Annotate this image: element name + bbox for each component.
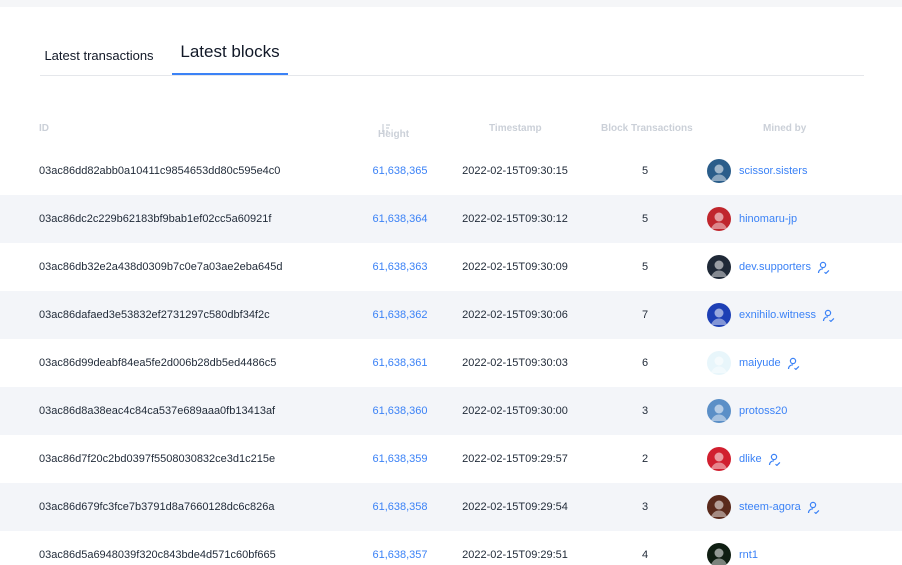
- witness-icon: [817, 261, 830, 274]
- table-row: 03ac86dc2c229b62183bf9bab1ef02cc5a60921f…: [0, 195, 902, 243]
- block-height-link[interactable]: 61,638,358: [352, 483, 448, 531]
- block-transactions-count: 3: [641, 405, 649, 417]
- avatar[interactable]: [707, 543, 731, 565]
- mined-by: exnihilo.witness: [707, 291, 835, 339]
- tab-latest-transactions[interactable]: Latest transactions: [40, 31, 158, 75]
- table-row: 03ac86d679fc3fce7b3791d8a7660128dc6c826a…: [0, 483, 902, 531]
- column-header-timestamp: Timestamp: [489, 123, 542, 134]
- column-header-height-label: Height: [378, 129, 410, 140]
- miner-link[interactable]: maiyude: [739, 339, 781, 387]
- mined-by: steem-agora: [707, 483, 820, 531]
- block-id: 03ac86db32e2a438d0309b7c0e7a03ae2eba645d: [39, 261, 283, 273]
- block-timestamp: 2022-02-15T09:30:12: [462, 213, 568, 225]
- block-id: 03ac86d8a38eac4c84ca537e689aaa0fb13413af: [39, 405, 276, 417]
- column-header-mined-by: Mined by: [763, 123, 807, 134]
- avatar[interactable]: [707, 399, 731, 423]
- block-transactions-count: 5: [641, 261, 649, 273]
- avatar[interactable]: [707, 447, 731, 471]
- block-id: 03ac86d5a6948039f320c843bde4d571c60bf665: [39, 549, 276, 561]
- column-header-block-transactions: Block Transactions: [601, 123, 693, 134]
- block-id: 03ac86dd82abb0a10411c9854653dd80c595e4c0: [39, 165, 281, 177]
- miner-link[interactable]: steem-agora: [739, 483, 801, 531]
- table-row: 03ac86dd82abb0a10411c9854653dd80c595e4c0…: [0, 147, 902, 195]
- block-transactions-count: 4: [641, 549, 649, 561]
- block-id: 03ac86d7f20c2bd0397f5508030832ce3d1c215e: [39, 453, 276, 465]
- miner-link[interactable]: hinomaru-jp: [739, 195, 797, 243]
- block-id: 03ac86dafaed3e53832ef2731297c580dbf34f2c: [39, 309, 270, 321]
- column-header-height[interactable]: Height: [378, 123, 409, 140]
- table-row: 03ac86d5a6948039f320c843bde4d571c60bf665…: [0, 531, 902, 565]
- avatar[interactable]: [707, 351, 731, 375]
- table-row: 03ac86d8a38eac4c84ca537e689aaa0fb13413af…: [0, 387, 902, 435]
- block-id: 03ac86dc2c229b62183bf9bab1ef02cc5a60921f: [39, 213, 272, 225]
- block-height-link[interactable]: 61,638,357: [352, 531, 448, 565]
- table-row: 03ac86dafaed3e53832ef2731297c580dbf34f2c…: [0, 291, 902, 339]
- witness-icon: [822, 309, 835, 322]
- miner-link[interactable]: protoss20: [739, 387, 787, 435]
- block-transactions-count: 3: [641, 501, 649, 513]
- miner-link[interactable]: exnihilo.witness: [739, 291, 816, 339]
- miner-link[interactable]: dlike: [739, 435, 762, 483]
- avatar[interactable]: [707, 303, 731, 327]
- avatar[interactable]: [707, 159, 731, 183]
- block-timestamp: 2022-02-15T09:29:51: [462, 549, 568, 561]
- miner-link[interactable]: rnt1: [739, 531, 758, 565]
- mined-by: dev.supporters: [707, 243, 830, 291]
- block-height-link[interactable]: 61,638,362: [352, 291, 448, 339]
- block-timestamp: 2022-02-15T09:29:57: [462, 453, 568, 465]
- witness-icon: [768, 453, 781, 466]
- block-timestamp: 2022-02-15T09:29:54: [462, 501, 568, 513]
- block-id: 03ac86d679fc3fce7b3791d8a7660128dc6c826a: [39, 501, 275, 513]
- avatar[interactable]: [707, 495, 731, 519]
- block-transactions-count: 5: [641, 165, 649, 177]
- block-height-link[interactable]: 61,638,365: [352, 147, 448, 195]
- block-transactions-count: 2: [641, 453, 649, 465]
- avatar[interactable]: [707, 207, 731, 231]
- table-row: 03ac86d99deabf84ea5fe2d006b28db5ed4486c5…: [0, 339, 902, 387]
- block-transactions-count: 6: [641, 357, 649, 369]
- mined-by: rnt1: [707, 531, 758, 565]
- witness-icon: [787, 357, 800, 370]
- blocks-card: Latest transactions Latest blocks ID Hei…: [0, 7, 902, 565]
- table-row: 03ac86d7f20c2bd0397f5508030832ce3d1c215e…: [0, 435, 902, 483]
- block-timestamp: 2022-02-15T09:30:03: [462, 357, 568, 369]
- block-timestamp: 2022-02-15T09:30:06: [462, 309, 568, 321]
- mined-by: protoss20: [707, 387, 787, 435]
- avatar[interactable]: [707, 255, 731, 279]
- witness-icon: [807, 501, 820, 514]
- mined-by: maiyude: [707, 339, 800, 387]
- block-height-link[interactable]: 61,638,364: [352, 195, 448, 243]
- block-transactions-count: 7: [641, 309, 649, 321]
- block-height-link[interactable]: 61,638,359: [352, 435, 448, 483]
- block-id: 03ac86d99deabf84ea5fe2d006b28db5ed4486c5: [39, 357, 277, 369]
- mined-by: dlike: [707, 435, 781, 483]
- mined-by: hinomaru-jp: [707, 195, 797, 243]
- blocks-table-body: 03ac86dd82abb0a10411c9854653dd80c595e4c0…: [0, 147, 902, 565]
- mined-by: scissor.sisters: [707, 147, 807, 195]
- tab-latest-blocks[interactable]: Latest blocks: [172, 31, 288, 75]
- block-timestamp: 2022-02-15T09:30:09: [462, 261, 568, 273]
- block-timestamp: 2022-02-15T09:30:00: [462, 405, 568, 417]
- column-header-id: ID: [39, 123, 49, 134]
- block-transactions-count: 5: [641, 213, 649, 225]
- table-row: 03ac86db32e2a438d0309b7c0e7a03ae2eba645d…: [0, 243, 902, 291]
- block-height-link[interactable]: 61,638,361: [352, 339, 448, 387]
- tab-bar: Latest transactions Latest blocks: [40, 7, 864, 76]
- miner-link[interactable]: scissor.sisters: [739, 147, 807, 195]
- block-height-link[interactable]: 61,638,360: [352, 387, 448, 435]
- block-height-link[interactable]: 61,638,363: [352, 243, 448, 291]
- block-timestamp: 2022-02-15T09:30:15: [462, 165, 568, 177]
- miner-link[interactable]: dev.supporters: [739, 243, 811, 291]
- table-header: ID Height Timestamp Block Transactions M…: [0, 117, 902, 141]
